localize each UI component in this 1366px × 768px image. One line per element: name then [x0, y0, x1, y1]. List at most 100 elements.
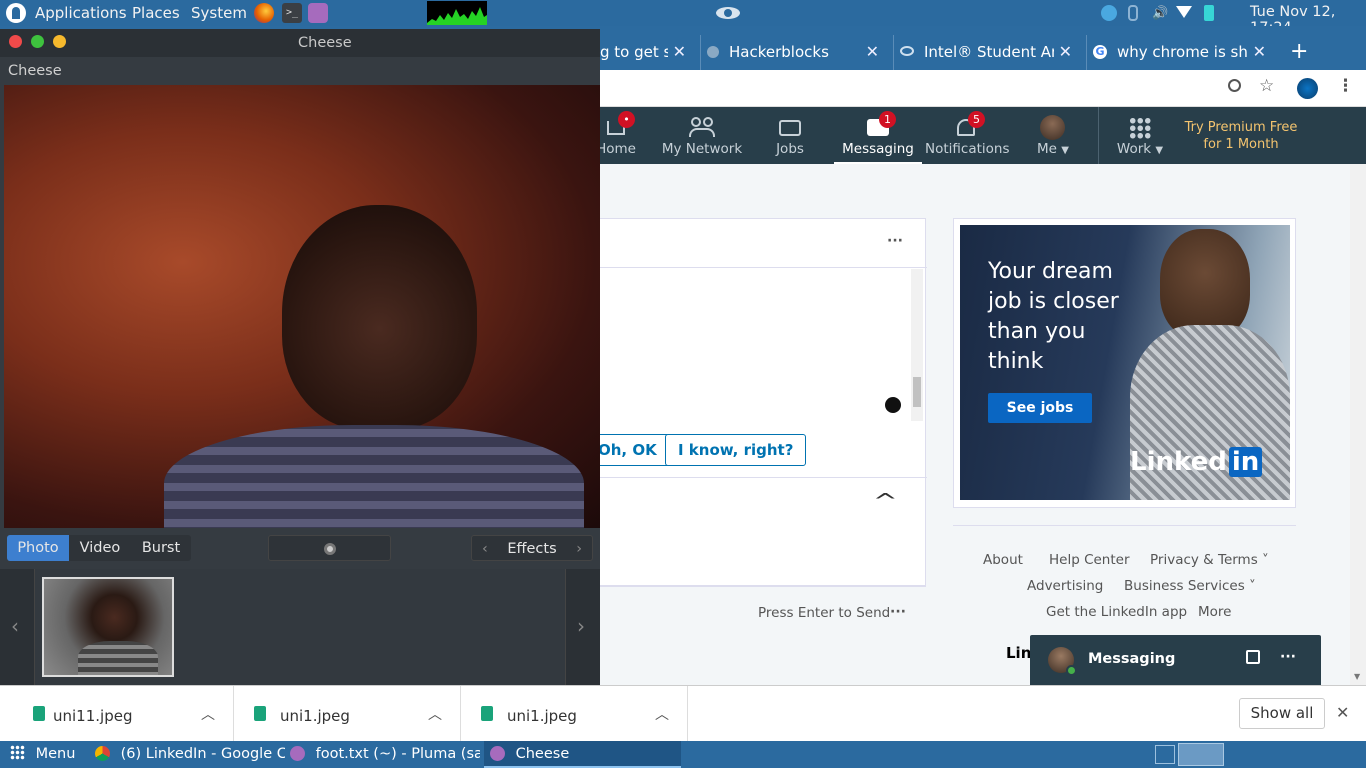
- distro-logo-icon[interactable]: [6, 3, 26, 23]
- nav-messaging-label: Messaging: [842, 141, 914, 157]
- close-tab-icon[interactable]: ✕: [673, 42, 686, 61]
- chevron-right-icon[interactable]: ›: [577, 614, 585, 638]
- nav-me[interactable]: Me ▼: [1028, 107, 1078, 164]
- page-scrollbar[interactable]: ▼: [1350, 164, 1366, 685]
- battery-icon[interactable]: [1204, 5, 1214, 21]
- minimize-icon[interactable]: [53, 35, 66, 48]
- compose-footer: Press Enter to Send ···: [560, 586, 926, 686]
- chevron-down-icon: ˅: [1249, 578, 1256, 594]
- profile-avatar[interactable]: [1297, 78, 1318, 99]
- chevron-up-icon[interactable]: ︿: [201, 704, 215, 724]
- browser-tab[interactable]: Hackerblocks ✕: [700, 35, 885, 70]
- wifi-icon[interactable]: [1176, 6, 1192, 18]
- press-enter-label[interactable]: Press Enter to Send: [758, 605, 890, 621]
- chat-panel: ··· Oh, OK I know, right? ^: [560, 218, 927, 586]
- tab-title: Intel® Student Amb: [924, 43, 1054, 61]
- workspace-switcher[interactable]: [1155, 745, 1175, 764]
- close-download-bar-icon[interactable]: ✕: [1336, 703, 1349, 722]
- eye-icon: [716, 7, 740, 19]
- app-label: Cheese: [8, 63, 62, 79]
- terminal-icon[interactable]: >_: [282, 3, 302, 23]
- telegram-icon[interactable]: [1101, 5, 1117, 21]
- messaging-more-button[interactable]: ···: [1280, 649, 1296, 665]
- chevron-right-icon[interactable]: ›: [576, 536, 582, 562]
- briefcase-icon: [779, 120, 801, 136]
- nav-home-label: Home: [596, 141, 636, 157]
- nav-messaging[interactable]: 1 Messaging: [834, 107, 922, 164]
- chevron-up-icon[interactable]: ︿: [655, 704, 669, 724]
- applications-menu[interactable]: Applications: [35, 4, 127, 22]
- compose-more-button[interactable]: ···: [890, 604, 906, 620]
- nav-jobs[interactable]: Jobs: [766, 107, 814, 164]
- close-tab-icon[interactable]: ✕: [1253, 42, 1266, 61]
- zoom-icon[interactable]: [1228, 79, 1241, 92]
- cheese-icon: [490, 746, 505, 761]
- footer-more[interactable]: More: [1198, 604, 1231, 620]
- system-menu[interactable]: System: [191, 4, 247, 22]
- new-tab-button[interactable]: +: [1290, 39, 1308, 64]
- see-jobs-button[interactable]: See jobs: [988, 393, 1092, 423]
- effects-control[interactable]: ‹ Effects ›: [471, 535, 593, 561]
- ad-image[interactable]: Your dream job is closer than you think …: [960, 225, 1290, 500]
- mode-burst[interactable]: Burst: [131, 535, 191, 561]
- download-item[interactable]: uni1.jpeg ︿: [461, 686, 688, 742]
- places-menu[interactable]: Places: [132, 4, 180, 22]
- bluetooth-icon[interactable]: [1128, 5, 1138, 21]
- nav-work[interactable]: Work ▼: [1108, 107, 1172, 164]
- mode-video[interactable]: Video: [69, 535, 131, 561]
- nav-me-label: Me ▼: [1037, 141, 1069, 157]
- photo-thumbnail[interactable]: [42, 577, 174, 677]
- window-list-preview[interactable]: [1178, 743, 1224, 766]
- ad-person-image: [1160, 229, 1250, 339]
- person-head-image: [282, 205, 477, 430]
- pluma-icon[interactable]: [308, 3, 328, 23]
- close-tab-icon[interactable]: ✕: [866, 42, 879, 61]
- system-monitor-icon[interactable]: [427, 1, 487, 25]
- show-all-button[interactable]: Show all: [1239, 698, 1325, 729]
- maximize-icon[interactable]: [31, 35, 44, 48]
- chevron-up-icon[interactable]: ︿: [428, 704, 442, 724]
- firefox-icon[interactable]: [254, 3, 274, 23]
- download-filename: uni1.jpeg: [507, 707, 577, 725]
- footer-about[interactable]: About: [983, 552, 1023, 568]
- compose-icon[interactable]: [1246, 650, 1260, 664]
- messaging-widget[interactable]: Messaging ···: [1030, 635, 1321, 685]
- nav-home[interactable]: • Home: [596, 107, 636, 164]
- browser-tab[interactable]: G why chrome is show ✕: [1086, 35, 1272, 70]
- premium-link[interactable]: Try Premium Free for 1 Month: [1180, 119, 1302, 153]
- footer-get-app[interactable]: Get the LinkedIn app: [1046, 604, 1187, 620]
- close-icon[interactable]: [9, 35, 22, 48]
- collapse-chevron-icon[interactable]: ^: [873, 489, 898, 513]
- menu-button[interactable]: Menu: [10, 741, 90, 768]
- task-cheese[interactable]: Cheese: [484, 741, 681, 768]
- avatar: [1040, 115, 1065, 140]
- chat-more-button[interactable]: ···: [887, 233, 903, 249]
- top-panel: Applications Places System >_ 🔊 Tue Nov …: [0, 0, 1366, 36]
- footer-advertising[interactable]: Advertising: [1027, 578, 1103, 594]
- browser-tab[interactable]: Intel® Student Amb ✕: [893, 35, 1078, 70]
- webcam-preview: [4, 85, 600, 528]
- browser-tab[interactable]: g to get st ✕: [600, 35, 692, 70]
- take-photo-button[interactable]: [268, 535, 391, 561]
- chevron-down-icon: ▼: [1061, 145, 1069, 156]
- download-item[interactable]: uni11.jpeg ︿: [7, 686, 234, 742]
- chevron-left-icon[interactable]: ‹: [482, 536, 488, 562]
- nav-notifications[interactable]: 5 Notifications: [925, 107, 1010, 164]
- messaging-badge: 1: [879, 111, 896, 128]
- chat-scrollbar[interactable]: [911, 269, 923, 421]
- nav-my-network[interactable]: My Network: [658, 107, 746, 164]
- footer-help-center[interactable]: Help Center: [1049, 552, 1130, 568]
- bookmark-star-icon[interactable]: ☆: [1259, 76, 1274, 96]
- volume-icon[interactable]: 🔊: [1152, 6, 1168, 21]
- chevron-left-icon[interactable]: ‹: [11, 614, 19, 638]
- close-tab-icon[interactable]: ✕: [1059, 42, 1072, 61]
- task-linkedin[interactable]: (6) LinkedIn - Google C...: [95, 741, 285, 768]
- mode-photo[interactable]: Photo: [7, 535, 69, 561]
- footer-privacy-terms[interactable]: Privacy & Terms ˅: [1150, 552, 1269, 568]
- download-item[interactable]: uni1.jpeg ︿: [234, 686, 461, 742]
- smart-reply-i-know-right[interactable]: I know, right?: [665, 434, 807, 466]
- task-pluma[interactable]: foot.txt (~) - Pluma (san...: [290, 741, 480, 768]
- footer-business-services[interactable]: Business Services ˅: [1124, 578, 1256, 594]
- chrome-menu-icon[interactable]: ⋮: [1337, 76, 1354, 96]
- cheese-titlebar[interactable]: Cheese: [0, 29, 600, 57]
